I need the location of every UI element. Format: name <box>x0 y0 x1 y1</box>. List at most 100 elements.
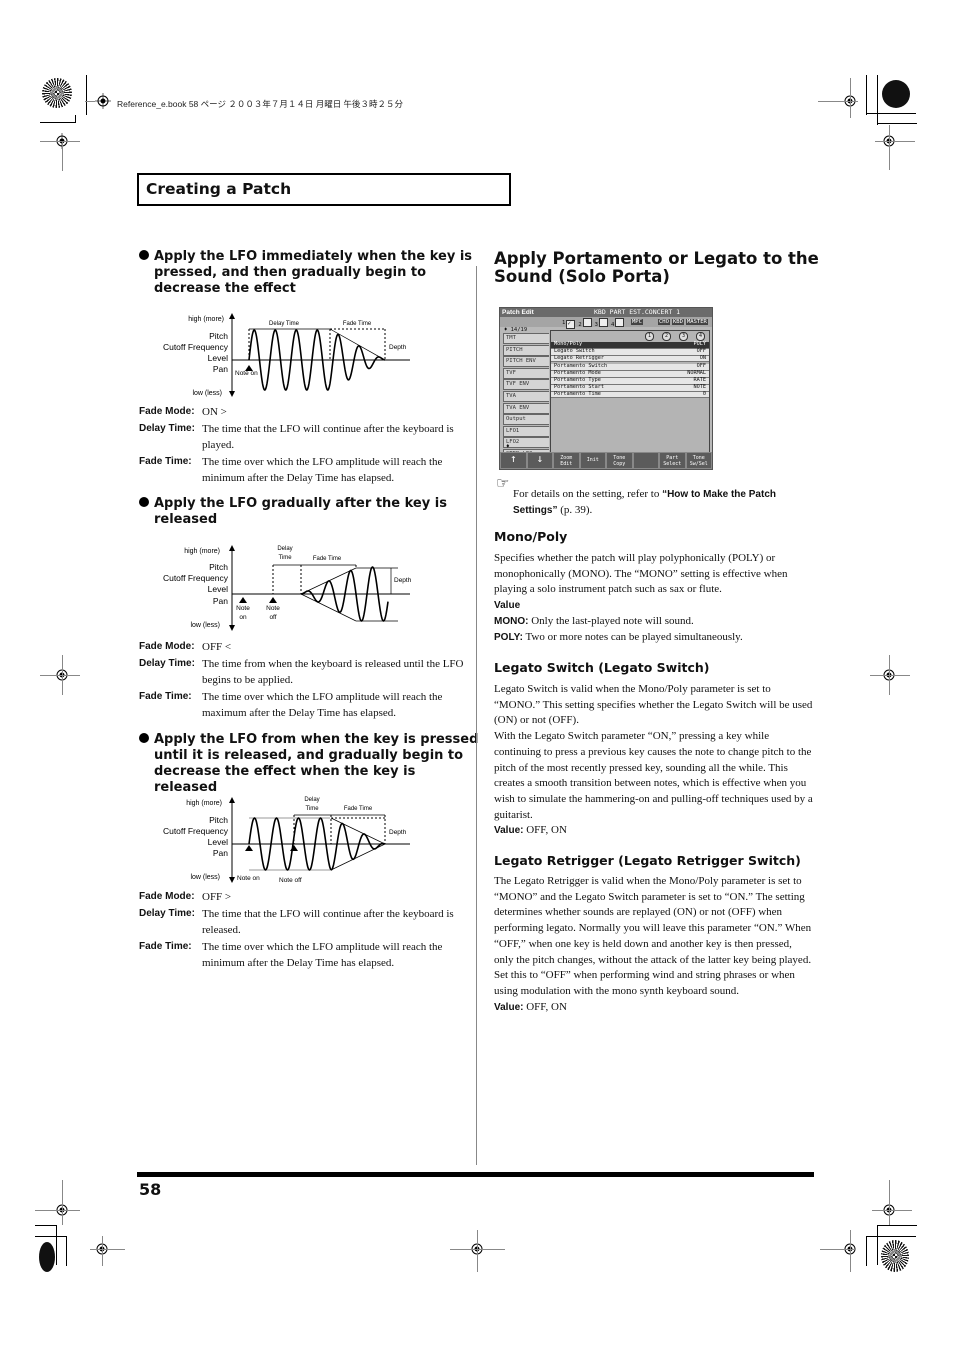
tone-icon[interactable]: 4 <box>695 332 705 341</box>
definition-list: Fade Mode: OFF > Delay Time: The time that… <box>139 889 464 972</box>
empty-function-button[interactable] <box>633 453 658 468</box>
axis-low-label: low (less) <box>190 874 220 881</box>
target-label: Cutoff Frequency <box>163 342 229 352</box>
value-key: MONO: <box>494 615 529 627</box>
function-button-bar: ↑ ↓ Zoom Edit Init Tone Copy Part Select… <box>500 452 712 469</box>
def-value: The time from when the keyboard is relea… <box>202 657 464 687</box>
subheading-legato-switch: Legato Switch (Legato Switch) <box>494 660 710 675</box>
zoom-edit-button[interactable]: Zoom Edit <box>554 453 579 468</box>
lcd-tab[interactable]: PITCH <box>503 344 549 356</box>
axis-high-label: high (more) <box>184 548 220 555</box>
lcd-tab[interactable]: TVF ENV <box>503 379 549 391</box>
target-label: Pitch <box>209 815 228 825</box>
delay-time-label: Delay <box>277 546 292 552</box>
lcd-tab[interactable]: TVF <box>503 367 549 379</box>
cursor-up-button[interactable]: ↑ <box>501 453 526 468</box>
section-title: Creating a Patch <box>146 180 292 198</box>
subheading-legato-retrigger: Legato Retrigger (Legato Retrigger Switc… <box>494 853 801 868</box>
def-value: The time that the LFO will continue afte… <box>202 422 454 452</box>
tone-icon[interactable]: 2 <box>661 332 671 341</box>
reference-note: For details on the setting, refer to “Ho… <box>513 488 776 516</box>
lcd-tab[interactable]: PITCH ENV <box>503 356 549 368</box>
def-value: OFF < <box>202 641 232 653</box>
def-key: Fade Time: <box>139 940 192 952</box>
def-value: The time over which the LFO amplitude wi… <box>202 455 443 485</box>
value-key: Value: <box>494 825 524 837</box>
param-row[interactable]: Portamento Time 0 <box>551 391 709 399</box>
bullet-icon <box>139 497 149 507</box>
tone-copy-button[interactable]: Tone Copy <box>607 453 632 468</box>
bullet-icon <box>139 250 149 260</box>
depth-label: Depth <box>394 577 412 584</box>
column-divider <box>476 266 477 1163</box>
part-toggle[interactable]: 4 <box>611 318 625 330</box>
cursor-down-button[interactable]: ↓ <box>527 453 552 468</box>
registration-target-icon <box>39 1242 55 1272</box>
fade-time-label: Fade Time <box>344 806 373 812</box>
definition-list: Fade Mode: OFF < Delay Time: The time from… <box>139 639 464 722</box>
delay-time-label: Time <box>305 806 319 812</box>
paragraph: With the Legato Switch parameter “ON,” p… <box>494 730 813 821</box>
lcd-tab[interactable]: TVA ENV <box>503 402 549 414</box>
value-label: Value <box>494 600 521 612</box>
lcd-title-bar: Patch Edit KBD PART EST.CONCERT 1 <box>500 308 712 317</box>
lcd-tab[interactable]: LFO1 <box>503 425 549 437</box>
bullet-heading: Apply the LFO immediately when the key i… <box>139 249 474 297</box>
subheading-mono-poly: Mono/Poly <box>494 529 568 544</box>
axis-low-label: low (less) <box>192 390 222 397</box>
registration-target-icon <box>881 1240 909 1272</box>
registration-cross-icon <box>95 93 111 109</box>
def-key: Fade Mode: <box>139 641 195 652</box>
mode-badge-mpc: MPC <box>631 319 643 325</box>
note-on-label: Note <box>236 605 250 612</box>
lcd-tab[interactable]: TVA <box>503 390 549 402</box>
note-on-label: Note on <box>237 875 260 882</box>
depth-label: Depth <box>389 344 407 351</box>
def-key: Fade Mode: <box>139 891 195 902</box>
page-number: 58 <box>139 1180 162 1199</box>
part-toggle[interactable]: 2 <box>578 318 592 330</box>
param-row[interactable]: Legato Retrigger ON <box>551 355 709 363</box>
paragraph: Legato Switch is valid when the Mono/Pol… <box>494 683 813 727</box>
depth-label: Depth <box>389 829 407 836</box>
note-on-label: on <box>239 614 247 621</box>
tone-icon-row: 1 2 3 4 <box>551 331 709 341</box>
tone-icon[interactable]: 3 <box>678 332 688 341</box>
registration-target-icon <box>42 78 72 108</box>
section-title-box: Creating a Patch <box>137 173 511 206</box>
target-label: Pan <box>213 596 228 606</box>
part-toggle[interactable]: 3 <box>595 318 608 330</box>
note-on-label: Note on <box>235 370 258 377</box>
delay-time-label: Delay Time <box>269 321 300 327</box>
delay-time-label: Time <box>278 555 292 561</box>
value-key: POLY: <box>494 631 523 643</box>
mono-poly-section: Specifies whether the patch will play po… <box>494 551 814 645</box>
lcd-param-panel: 1 2 3 4 Mono/Poly POLY Legato Switch OFF L… <box>550 330 710 455</box>
tone-sw-sel-button[interactable]: Tone Sw/Sel <box>686 453 711 468</box>
axis-high-label: high (more) <box>188 316 224 323</box>
target-label: Level <box>208 837 228 847</box>
target-label: Pitch <box>209 331 228 341</box>
axis-low-label: low (less) <box>190 622 220 629</box>
lfo-diagram-fade-off-in: high (more) low (less) Pitch Cutoff Freq… <box>163 545 412 631</box>
part-toggle[interactable]: 1 ✓ <box>562 318 576 330</box>
def-key: Fade Mode: <box>139 406 195 417</box>
fade-time-label: Fade Time <box>313 556 342 562</box>
tone-icon[interactable]: 1 <box>644 332 654 341</box>
mode-badge-master: MASTER <box>686 319 708 325</box>
def-value: The time over which the LFO amplitude wi… <box>202 690 443 720</box>
value-key: Value: <box>494 1001 524 1013</box>
pointing-hand-icon: ☞ <box>496 476 510 492</box>
init-button[interactable]: Init <box>580 453 605 468</box>
def-value: ON > <box>202 406 227 418</box>
def-key: Delay Time: <box>139 422 195 434</box>
def-value: OFF > <box>202 891 232 903</box>
footer-rule <box>137 1172 814 1177</box>
target-label: Cutoff Frequency <box>163 826 229 836</box>
def-value: The time over which the LFO amplitude wi… <box>202 940 443 970</box>
part-select-button[interactable]: Part Select <box>660 453 685 468</box>
lcd-tab[interactable]: Output <box>503 414 549 426</box>
lcd-tab[interactable]: TMT <box>503 333 549 344</box>
def-key: Fade Time: <box>139 455 192 467</box>
target-label: Pan <box>213 364 228 374</box>
